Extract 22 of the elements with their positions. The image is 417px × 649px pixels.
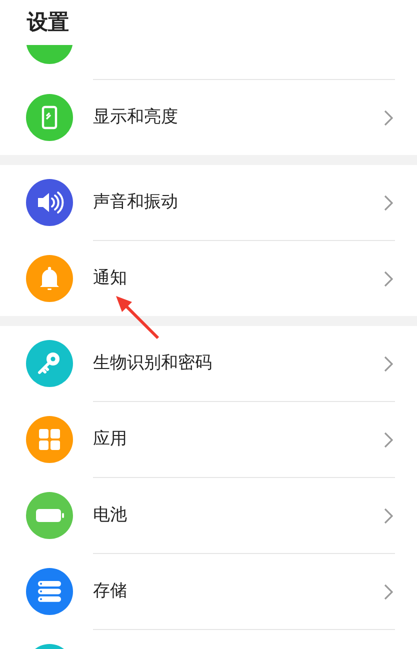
item-label: 声音和振动 — [93, 190, 179, 214]
chevron-icon — [384, 432, 393, 448]
item-label: 通知 — [93, 266, 128, 290]
item-label: 应用 — [93, 428, 128, 451]
chevron-icon — [384, 584, 393, 600]
chevron-icon — [384, 194, 393, 210]
settings-item[interactable]: 通知 — [0, 241, 417, 316]
chevron-icon — [384, 508, 393, 524]
settings-item[interactable]: 声音和振动 — [0, 165, 417, 240]
settings-item[interactable]: 电池 — [0, 478, 417, 553]
chevron-icon — [384, 356, 393, 372]
item-label: 存储 — [93, 580, 128, 603]
settings-item[interactable]: 生物识别和密码 — [0, 326, 417, 401]
chevron-icon — [384, 270, 393, 286]
settings-item[interactable]: 应用 — [0, 402, 417, 477]
item-label: 显示和亮度 — [93, 106, 179, 129]
page-title: 设置 — [27, 8, 69, 36]
item-label: 生物识别和密码 — [93, 352, 213, 375]
settings-item[interactable]: 显示和亮度 — [0, 80, 417, 155]
settings-item[interactable]: 存储 — [0, 554, 417, 629]
chevron-icon — [384, 110, 393, 126]
item-label: 电池 — [93, 504, 128, 527]
